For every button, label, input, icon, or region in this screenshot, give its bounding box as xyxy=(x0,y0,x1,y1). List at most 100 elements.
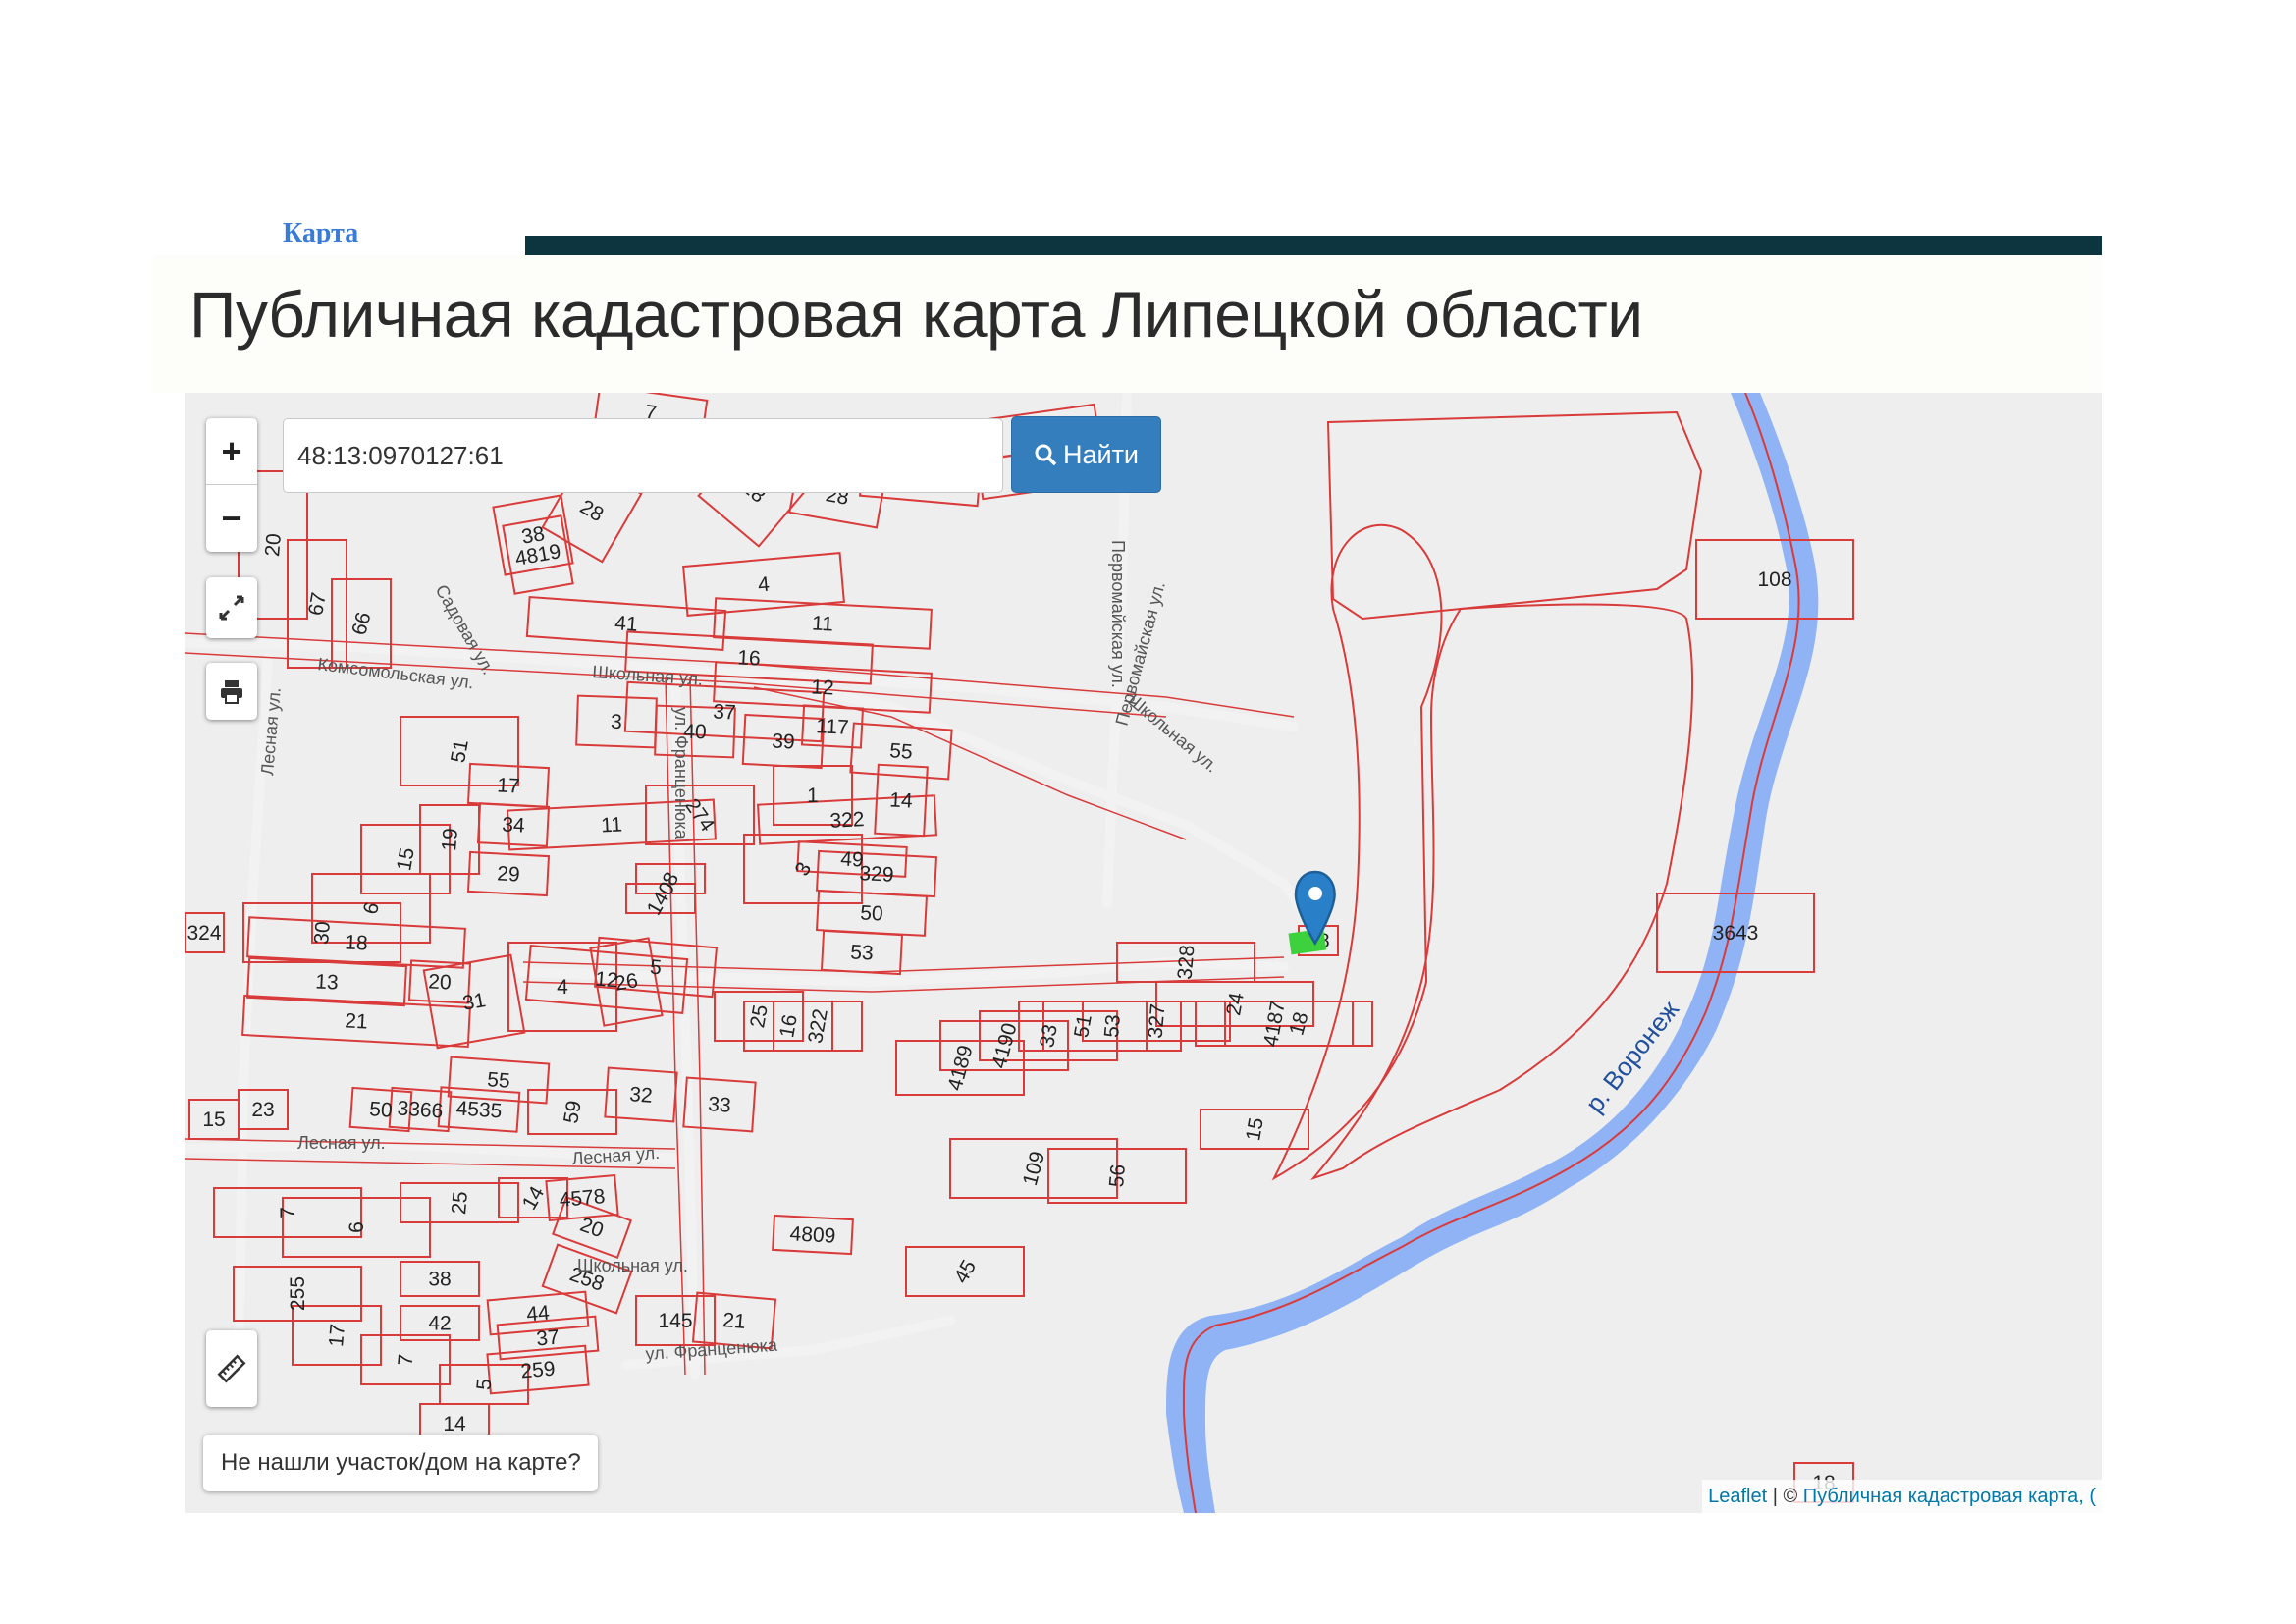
parcel-number: 4190 xyxy=(988,1021,1021,1071)
parcel-number: 39 xyxy=(772,730,796,753)
parcel-number: 145 xyxy=(658,1310,692,1332)
parcel-number: 51 xyxy=(447,738,473,765)
parcel-number: 11 xyxy=(811,612,833,635)
parcel-number: 21 xyxy=(345,1009,369,1033)
parcel-number: 37 xyxy=(535,1326,560,1351)
parcel-number: 34 xyxy=(502,813,526,837)
street-label-pervomaiskaya1: Первомайская ул. xyxy=(1108,540,1128,688)
header-cut-text: Карта xyxy=(283,218,359,244)
parcel-number: 32 xyxy=(629,1083,654,1108)
parcel-number: 15 xyxy=(1242,1116,1268,1143)
parcel-number: 33 xyxy=(708,1093,732,1117)
parcel-number: 55 xyxy=(487,1068,511,1093)
cadastral-source-link[interactable]: Публичная кадастровая карта, ( xyxy=(1803,1486,2096,1507)
parcel-number: 329 xyxy=(859,862,894,887)
label-layer: 7444519281828384819206766411641112373403… xyxy=(187,401,1835,1494)
parcel-number: 59 xyxy=(560,1099,586,1125)
parcel-number: 4187 xyxy=(1259,1000,1290,1049)
parcel-number: 328 xyxy=(1174,945,1200,981)
street-label-komsomolskaya: Комсомольская ул. xyxy=(317,654,475,692)
parcel-number: 5 xyxy=(473,1378,497,1391)
map-tiles[interactable]: 7444519281828384819206766411641112373403… xyxy=(185,393,2102,1513)
parcel-number: 33 xyxy=(1036,1023,1062,1050)
parcel-number: 15 xyxy=(393,846,419,873)
parcel-number: 322 xyxy=(804,1007,832,1046)
parcel-number: 3 xyxy=(791,858,817,880)
inner-curve xyxy=(1271,523,1443,1181)
find-button[interactable]: Найти xyxy=(1011,416,1161,493)
not-found-button[interactable]: Не нашли участок/дом на карте? xyxy=(203,1435,598,1491)
parcel-number: 1 xyxy=(807,785,819,807)
parcel-number: 53 xyxy=(850,941,875,964)
parcel-number: 38 xyxy=(428,1269,451,1291)
parcel-number: 50 xyxy=(860,901,884,925)
parcel-number: 66 xyxy=(347,610,375,638)
fullscreen-icon xyxy=(219,595,244,621)
parcel-number: 14 xyxy=(443,1413,466,1435)
parcel-number: 12 xyxy=(811,676,835,699)
parcel-number: 45 xyxy=(950,1256,982,1287)
zoom-control: + − xyxy=(206,418,257,552)
parcel-number: 20 xyxy=(428,970,453,994)
parcel-number: 4 xyxy=(757,573,771,597)
ruler-button[interactable] xyxy=(206,1330,257,1407)
parcel-number: 41 xyxy=(614,612,639,636)
parcel-number: 31 xyxy=(461,989,488,1015)
parcel-number: 15 xyxy=(202,1109,225,1131)
parcel-number: 53 xyxy=(1100,1013,1125,1038)
search-icon xyxy=(1035,444,1057,466)
print-icon xyxy=(221,680,242,704)
parcel-number: 14 xyxy=(889,788,914,812)
zoom-out-button[interactable]: − xyxy=(206,485,257,551)
page-header: Публичная кадастровая карта Липецкой обл… xyxy=(152,255,2102,393)
parcel-number: 5 xyxy=(649,956,663,980)
parcel-number: 4535 xyxy=(455,1097,503,1122)
fullscreen-button[interactable] xyxy=(206,577,257,638)
parcel-number: 18 xyxy=(345,931,369,954)
parcel-number: 26 xyxy=(614,969,640,996)
parcel-number: 24 xyxy=(1222,991,1249,1017)
parcel-number: 255 xyxy=(287,1276,309,1311)
parcel-number: 322 xyxy=(829,808,865,833)
parcel-number: 3643 xyxy=(1713,922,1759,945)
parcel-number: 17 xyxy=(497,774,521,797)
river-voronezh xyxy=(1166,393,1819,1513)
cadastral-map[interactable]: 7444519281828384819206766411641112373403… xyxy=(185,393,2102,1513)
street-label-shkolnaya3: Школьная ул. xyxy=(577,1256,688,1275)
parcel-number: 67 xyxy=(304,591,331,618)
parcel-number: 7 xyxy=(277,1207,299,1218)
parcel-number: 23 xyxy=(251,1099,274,1121)
zoom-in-button[interactable]: + xyxy=(206,418,257,485)
parcel-number: 13 xyxy=(315,970,340,994)
parcel-number: 42 xyxy=(428,1313,451,1335)
street-label-lesnaya2: Лесная ул. xyxy=(297,1133,386,1153)
find-button-label: Найти xyxy=(1062,439,1140,469)
parcel-number: 11 xyxy=(601,813,623,837)
parcel-number: 4578 xyxy=(559,1185,607,1212)
parcel-number: 3366 xyxy=(397,1097,444,1122)
parcel-number: 117 xyxy=(816,715,850,739)
parcel-324-outline xyxy=(1309,603,1694,1181)
parcel-number: 25 xyxy=(448,1190,472,1215)
parcel-number: 29 xyxy=(497,862,521,886)
ruler-icon xyxy=(217,1354,246,1383)
parcel-number: 4809 xyxy=(789,1222,836,1247)
parcel-number: 37 xyxy=(713,700,737,724)
print-button[interactable] xyxy=(206,663,257,720)
parcel-number: 18 xyxy=(1285,1009,1312,1038)
leaflet-link[interactable]: Leaflet xyxy=(1708,1486,1767,1507)
parcel-number: 44 xyxy=(525,1301,551,1326)
page-title: Публичная кадастровая карта Липецкой обл… xyxy=(189,278,1643,351)
parcel-number: 108 xyxy=(1757,568,1791,591)
parcel-number: 28 xyxy=(576,496,608,527)
parcel-number: 3 xyxy=(611,711,622,733)
attribution: Leaflet | © Публичная кадастровая карта,… xyxy=(1702,1480,2102,1513)
parcel-number: 51 xyxy=(1070,1013,1096,1040)
parcel-number: 259 xyxy=(520,1358,557,1383)
parcel-number: 30 xyxy=(310,920,335,945)
street-label-sadovaya: Садовая ул. xyxy=(432,581,499,677)
cadastral-search-input[interactable]: 48:13:0970127:61 xyxy=(283,418,1003,493)
parcel-number: 109 xyxy=(1019,1149,1049,1188)
parcel-number: 20 xyxy=(261,532,286,557)
parcel-number: 19 xyxy=(438,827,462,851)
